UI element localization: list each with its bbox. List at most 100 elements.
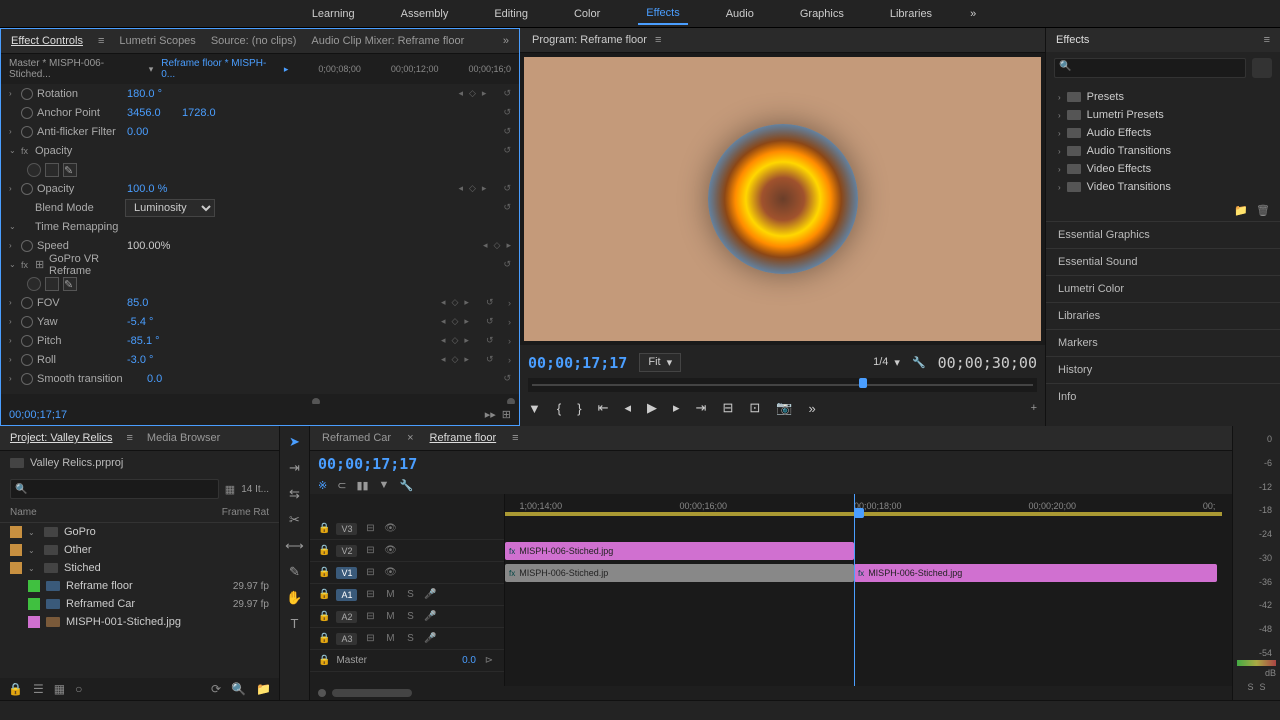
expand-icon[interactable]: › — [1058, 165, 1061, 174]
razor-tool[interactable]: ✂ — [289, 512, 300, 528]
workspace-effects[interactable]: Effects — [638, 3, 687, 25]
expand-icon[interactable]: › — [9, 355, 21, 364]
add-key-icon[interactable]: ◇ — [469, 88, 476, 99]
stopwatch-icon[interactable] — [21, 316, 33, 328]
project-item[interactable]: MISPH-001-Stiched.jpg — [0, 613, 279, 631]
tab-audio-clip-mixer[interactable]: Audio Clip Mixer: Reframe floor — [311, 35, 464, 47]
toggle-output-icon[interactable]: 👁 — [383, 545, 397, 556]
playhead-icon[interactable] — [854, 508, 864, 518]
prev-key-icon[interactable]: ◂ — [441, 335, 446, 346]
graph-icon[interactable]: › — [508, 355, 511, 365]
stopwatch-icon[interactable] — [21, 107, 33, 119]
expand-icon[interactable]: › — [1058, 147, 1061, 156]
stopwatch-icon[interactable] — [21, 335, 33, 347]
track-name[interactable]: A2 — [336, 611, 357, 623]
col-framerate[interactable]: Frame Rat — [222, 507, 269, 518]
marker-tool-icon[interactable]: ▼ — [379, 479, 390, 492]
prev-key-icon[interactable]: ◂ — [458, 183, 463, 194]
tab-media-browser[interactable]: Media Browser — [147, 432, 220, 444]
reset-icon[interactable]: ↺ — [486, 335, 494, 346]
prev-key-icon[interactable]: ◂ — [441, 297, 446, 308]
mini-scrollbar[interactable] — [1, 394, 519, 404]
rect-mask-icon[interactable] — [45, 277, 59, 291]
stopwatch-icon[interactable] — [21, 183, 33, 195]
add-key-icon[interactable]: ◇ — [494, 240, 501, 251]
add-key-icon[interactable]: ◇ — [451, 335, 458, 346]
sync-lock-icon[interactable]: ⊟ — [363, 589, 377, 600]
label-swatch[interactable] — [28, 580, 40, 592]
reset-icon[interactable]: ↺ — [486, 297, 494, 308]
collapse-icon[interactable]: ⌄ — [9, 260, 21, 269]
icon-view-icon[interactable]: ▦ — [54, 682, 65, 696]
button-editor-icon[interactable]: + — [1031, 402, 1037, 414]
effects-search-input[interactable] — [1054, 58, 1246, 78]
label-swatch[interactable] — [10, 562, 22, 574]
panel-menu-icon[interactable]: ≡ — [655, 34, 661, 46]
reset-icon[interactable]: ↺ — [503, 202, 511, 213]
rect-mask-icon[interactable] — [45, 163, 59, 177]
lock-icon[interactable]: 🔒 — [318, 611, 330, 622]
prev-key-icon[interactable]: ◂ — [483, 240, 488, 251]
col-name[interactable]: Name — [10, 507, 222, 518]
reset-icon[interactable]: ↺ — [503, 126, 511, 137]
resolution-select[interactable]: 1/4▾ — [873, 356, 900, 369]
filter-bin-icon[interactable]: ▦ — [225, 483, 235, 496]
fov-value[interactable]: 85.0 — [127, 297, 182, 309]
hand-tool[interactable]: ✋ — [286, 590, 302, 606]
settings-icon[interactable]: 🔧 — [399, 479, 413, 492]
reset-icon[interactable]: ↺ — [503, 373, 511, 384]
add-key-icon[interactable]: ◇ — [451, 316, 458, 327]
toggle-icon[interactable]: ▸▸ — [485, 408, 496, 421]
sync-lock-icon[interactable]: ⊟ — [363, 545, 377, 556]
label-swatch[interactable] — [10, 544, 22, 556]
tab-reframe-floor[interactable]: Reframe floor — [430, 432, 497, 444]
tabs-overflow-icon[interactable]: » — [503, 35, 509, 47]
tab-lumetri-scopes[interactable]: Lumetri Scopes — [119, 35, 195, 47]
timeline-timecode[interactable]: 00;00;17;17 — [318, 455, 417, 473]
tree-audio-effects[interactable]: ›Audio Effects — [1046, 124, 1280, 142]
tab-project[interactable]: Project: Valley Relics — [10, 432, 113, 444]
lock-icon[interactable]: 🔒 — [318, 655, 330, 666]
sync-lock-icon[interactable]: ⊟ — [363, 633, 377, 644]
reset-icon[interactable]: ↺ — [503, 88, 511, 99]
settings-icon[interactable]: 🔧 — [912, 356, 926, 369]
lock-icon[interactable]: 🔒 — [318, 633, 330, 644]
reset-icon[interactable]: ↺ — [486, 316, 494, 327]
sync-lock-icon[interactable]: ⊟ — [363, 567, 377, 578]
panel-menu-icon[interactable]: ≡ — [1264, 34, 1270, 46]
workspace-learning[interactable]: Learning — [304, 4, 363, 24]
step-forward-button[interactable]: ▸ — [673, 400, 680, 416]
section-lumetri-color[interactable]: Lumetri Color — [1046, 275, 1280, 302]
workspace-graphics[interactable]: Graphics — [792, 4, 852, 24]
section-info[interactable]: Info — [1046, 383, 1280, 410]
stopwatch-icon[interactable] — [21, 88, 33, 100]
add-marker-button[interactable]: ▼ — [528, 401, 541, 416]
selection-tool[interactable]: ➤ — [289, 434, 300, 450]
expand-icon[interactable]: › — [1058, 111, 1061, 120]
next-key-icon[interactable]: ▸ — [464, 354, 469, 365]
project-item[interactable]: ⌄ GoPro — [0, 523, 279, 541]
linked-selection-icon[interactable]: ⊂ — [337, 479, 346, 492]
ripple-edit-tool[interactable]: ⇆ — [289, 486, 300, 502]
label-swatch[interactable] — [28, 598, 40, 610]
extract-button[interactable]: ⊡ — [749, 400, 760, 416]
voice-over-icon[interactable]: 🎤 — [423, 633, 437, 644]
solo-left-button[interactable]: S — [1247, 682, 1253, 692]
graph-icon[interactable]: › — [508, 336, 511, 346]
workspace-assembly[interactable]: Assembly — [393, 4, 457, 24]
sync-lock-icon[interactable]: ⊟ — [363, 523, 377, 534]
expand-icon[interactable]: ⌄ — [28, 528, 38, 537]
mute-icon[interactable]: M — [383, 589, 397, 600]
solo-icon[interactable]: S — [403, 589, 417, 600]
export-frame-button[interactable]: 📷 — [776, 400, 792, 416]
section-essential-graphics[interactable]: Essential Graphics — [1046, 221, 1280, 248]
solo-icon[interactable]: S — [403, 633, 417, 644]
expand-icon[interactable]: › — [9, 317, 21, 326]
pitch-value[interactable]: -85.1 ° — [127, 335, 182, 347]
freeform-view-icon[interactable]: ○ — [75, 682, 82, 696]
snap-icon[interactable]: ※ — [318, 479, 327, 492]
delete-icon[interactable]: 🗑 — [1256, 204, 1270, 217]
tab-menu-icon[interactable]: ≡ — [98, 35, 104, 47]
mute-icon[interactable]: M — [383, 611, 397, 622]
clip-v1a[interactable]: fx MISPH-006-Stiched.jp — [505, 564, 854, 582]
